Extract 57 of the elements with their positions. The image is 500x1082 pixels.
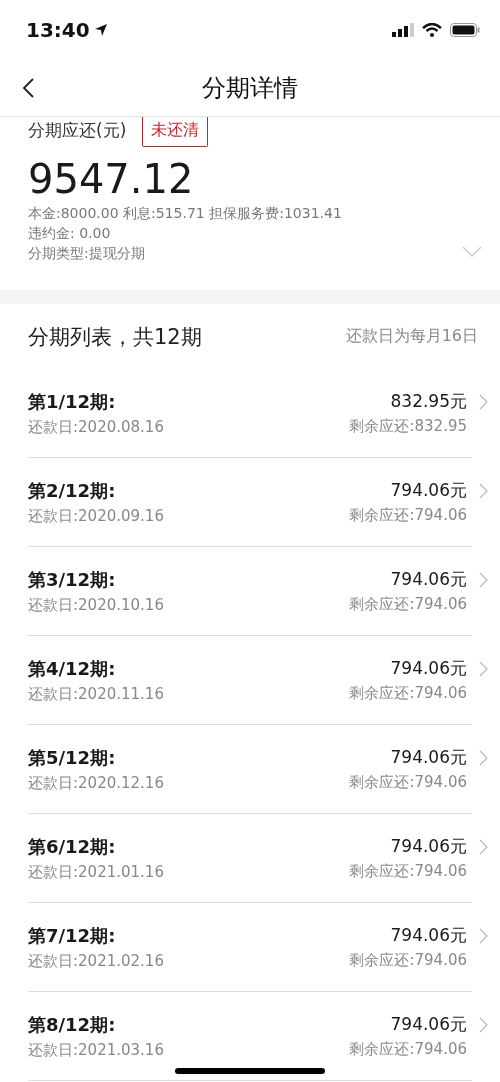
due-date: 还款日:2020.10.16 — [28, 595, 164, 615]
period-label: 第5/12期: — [28, 745, 116, 770]
period-label: 第8/12期: — [28, 1012, 116, 1037]
installment-amount: 794.06元 — [390, 746, 467, 769]
due-date: 还款日:2020.09.16 — [28, 506, 164, 526]
remaining-amount: 剩余应还:794.06 — [349, 951, 467, 970]
chevron-right-icon[interactable] — [479, 1017, 488, 1033]
remaining-amount: 剩余应还:794.06 — [349, 595, 467, 614]
installment-amount: 794.06元 — [390, 924, 467, 947]
total-amount: 9547.12 — [28, 155, 195, 203]
period-label: 第2/12期: — [28, 478, 116, 503]
chevron-right-icon[interactable] — [479, 572, 488, 588]
summary-label: 分期应还(元) — [28, 119, 127, 142]
chevron-right-icon[interactable] — [479, 661, 488, 677]
repayment-day-note: 还款日为每月16日 — [345, 326, 478, 347]
home-indicator[interactable] — [175, 1068, 325, 1074]
list-title: 分期列表，共12期 — [28, 323, 202, 351]
due-date: 还款日:2021.02.16 — [28, 951, 164, 971]
page-title: 分期详情 — [202, 73, 298, 104]
summary-detail: 本金:8000.00 利息:515.71 担保服务费:1031.41 — [28, 204, 343, 223]
due-date: 还款日:2020.11.16 — [28, 684, 164, 704]
due-date: 还款日:2021.03.16 — [28, 1040, 164, 1060]
installment-amount: 794.06元 — [390, 835, 467, 858]
installment-amount: 794.06元 — [390, 568, 467, 591]
battery-icon — [450, 23, 480, 37]
period-label: 第3/12期: — [28, 567, 116, 592]
chevron-right-icon[interactable] — [479, 394, 488, 410]
chevron-right-icon[interactable] — [479, 839, 488, 855]
remaining-amount: 剩余应还:794.06 — [349, 506, 467, 525]
period-label: 第7/12期: — [28, 923, 116, 948]
remaining-amount: 剩余应还:832.95 — [349, 417, 467, 436]
summary-detail: 分期类型:提现分期 — [28, 244, 146, 263]
installment-amount: 794.06元 — [390, 657, 467, 680]
period-label: 第6/12期: — [28, 834, 116, 859]
location-arrow-icon — [93, 23, 108, 37]
chevron-right-icon[interactable] — [479, 750, 488, 766]
summary-detail: 违约金: 0.00 — [28, 224, 112, 243]
remaining-amount: 剩余应还:794.06 — [349, 862, 467, 881]
remaining-amount: 剩余应还:794.06 — [349, 684, 467, 703]
due-date: 还款日:2020.12.16 — [28, 773, 164, 793]
expand-chevron-icon[interactable] — [462, 246, 482, 258]
due-date: 还款日:2020.08.16 — [28, 417, 164, 437]
chevron-right-icon[interactable] — [479, 483, 488, 499]
back-icon[interactable] — [22, 78, 34, 98]
signal-icon — [392, 23, 414, 37]
chevron-right-icon[interactable] — [479, 928, 488, 944]
due-date: 还款日:2021.01.16 — [28, 862, 164, 882]
period-label: 第4/12期: — [28, 656, 116, 681]
remaining-amount: 剩余应还:794.06 — [349, 773, 467, 792]
installment-amount: 794.06元 — [390, 479, 467, 502]
status-badge: 未还清 — [142, 117, 209, 147]
wifi-icon — [422, 23, 442, 37]
period-label: 第1/12期: — [28, 389, 116, 414]
installment-amount: 832.95元 — [390, 390, 467, 413]
status-time: 13:40 — [26, 18, 90, 42]
remaining-amount: 剩余应还:794.06 — [349, 1040, 467, 1059]
installment-amount: 794.06元 — [390, 1013, 467, 1036]
